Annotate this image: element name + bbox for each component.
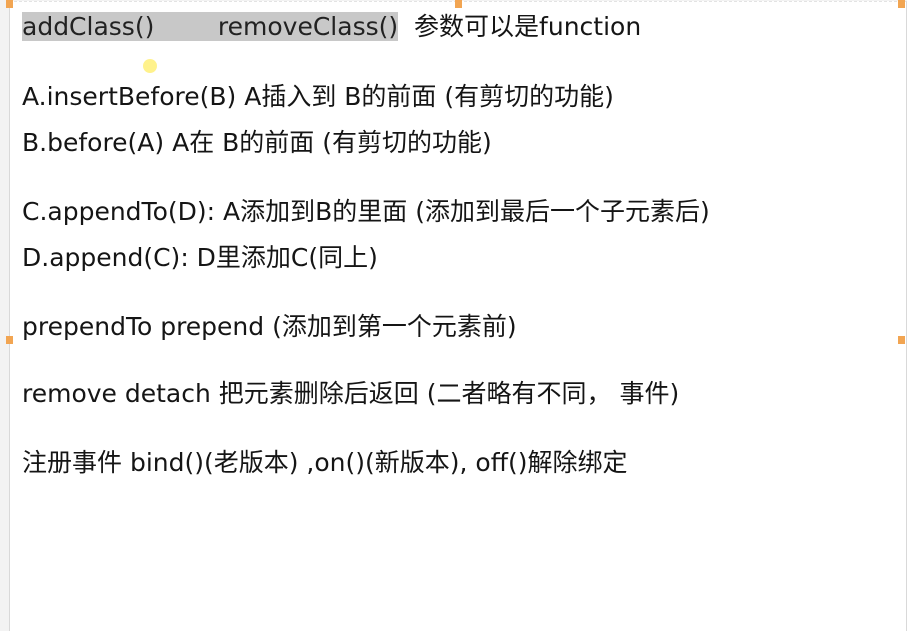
selection-handle-middle-right[interactable] <box>898 336 905 344</box>
selection-handle-middle-left[interactable] <box>6 336 13 344</box>
text-line-append: D.append(C): D里添加C(同上) <box>22 243 378 272</box>
pointer-highlight-dot <box>143 59 157 73</box>
text-line-before: B.before(A) A在 B的前面 (有剪切的功能) <box>22 128 492 157</box>
add-class-text: addClass() <box>22 12 155 41</box>
text-line-prepend: prependTo prepend (添加到第一个元素前) <box>22 312 517 341</box>
selection-handle-top-left[interactable] <box>6 0 13 8</box>
text-line-insert-before: A.insertBefore(B) A插入到 B的前面 (有剪切的功能) <box>22 82 614 111</box>
selection-handle-top-right[interactable] <box>898 0 905 8</box>
text-line-bind-on-off: 注册事件 bind()(老版本) ,on()(新版本), off()解除绑定 <box>22 448 628 477</box>
text-line-remove-detach: remove detach 把元素删除后返回 (二者略有不同， 事件) <box>22 379 680 408</box>
highlight-gap <box>154 12 218 41</box>
selection-handle-top-center[interactable] <box>455 0 462 8</box>
text-line-append-to: C.appendTo(D): A添加到B的里面 (添加到最后一个子元素后) <box>22 197 710 226</box>
function-param-note: 参数可以是function <box>414 12 642 41</box>
remove-class-text: removeClass() <box>217 12 399 41</box>
text-line-add-remove-class: addClass() removeClass() 参数可以是function <box>22 10 641 44</box>
